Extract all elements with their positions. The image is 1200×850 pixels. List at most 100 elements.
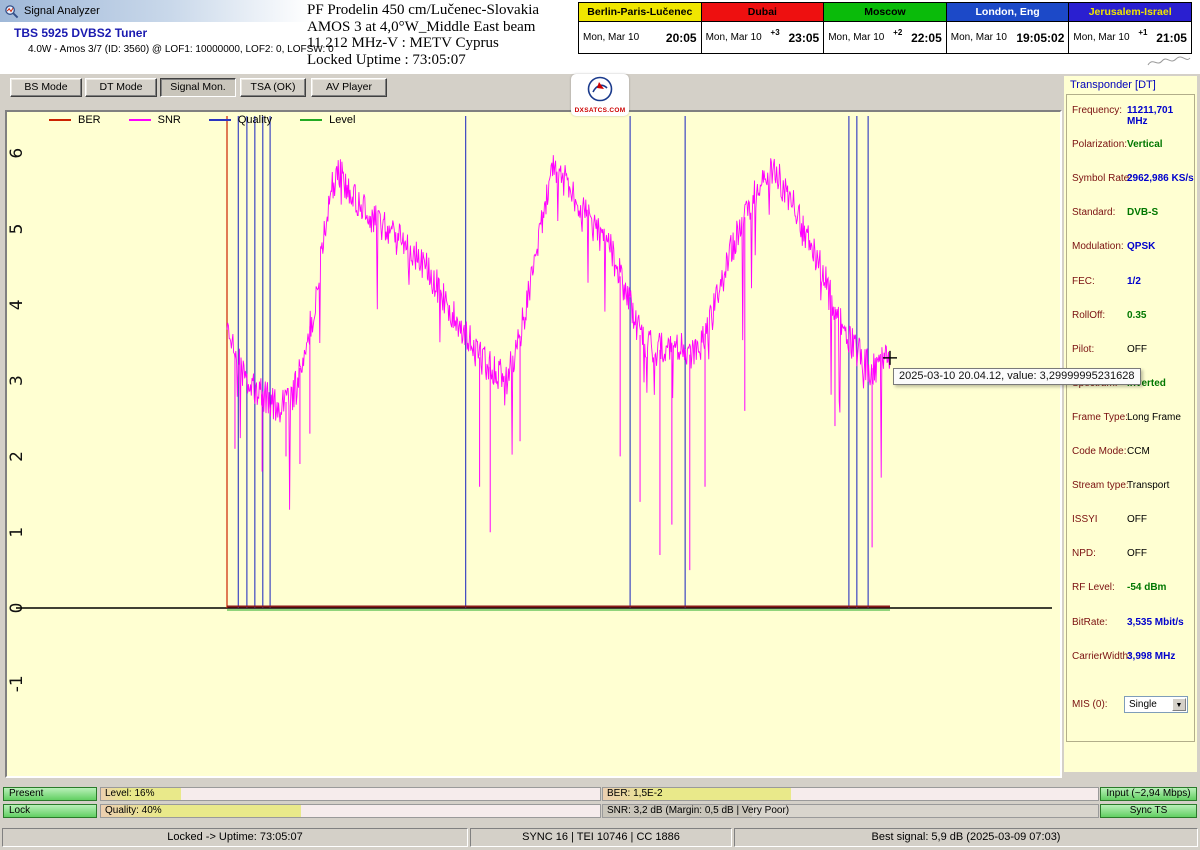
dxsatcs-logo-text: DXSATCS.COM: [574, 107, 626, 114]
y-axis-tick-label: -1: [8, 675, 27, 692]
world-clock-panel: Berlin-Paris-Lučenec Mon, Mar 10 20:05 D…: [578, 2, 1192, 54]
transponder-label: CarrierWidth:: [1072, 650, 1131, 662]
transponder-label: Pilot:: [1072, 343, 1095, 355]
transponder-row-bitrate: BitRate: 3,535 Mbit/s: [1067, 617, 1194, 631]
legend-snr: SNR: [128, 114, 181, 126]
y-axis-tick-label: 2: [8, 451, 27, 462]
transponder-value: OFF: [1127, 548, 1147, 560]
transponder-label: Standard:: [1072, 207, 1116, 219]
clock-jerusalem: Jerusalem-Israel Mon, Mar 10 +1 21:05: [1069, 3, 1191, 53]
transponder-label: RF Level:: [1072, 582, 1115, 594]
dxsatcs-logo-icon: [587, 76, 613, 102]
tab-dt-mode[interactable]: DT Mode: [85, 78, 157, 97]
transponder-row-fec: FEC: 1/2: [1067, 276, 1194, 290]
tuner-title: TBS 5925 DVBS2 Tuner: [14, 26, 148, 40]
snr-bar-label: SNR: 3,2 dB (Margin: 0,5 dB | Very Poor): [607, 805, 790, 816]
transponder-row-rolloff: RollOff: 0.35: [1067, 310, 1194, 324]
clock-moscow: Moscow Mon, Mar 10 +2 22:05: [824, 3, 947, 53]
chart-tooltip: 2025-03-10 20.04.12, value: 3,2999999523…: [893, 368, 1141, 385]
y-axis-tick-label: 4: [8, 299, 27, 310]
status-best-signal: Best signal: 5,9 dB (2025-03-09 07:03): [734, 828, 1198, 847]
transponder-value: Transport: [1127, 480, 1170, 492]
clock-berlin: Berlin-Paris-Lučenec Mon, Mar 10 20:05: [579, 3, 702, 53]
legend-ber-label: BER: [78, 114, 101, 126]
header-area: Signal Analyzer TBS 5925 DVBS2 Tuner 4.0…: [0, 0, 1200, 74]
tab-tsa[interactable]: TSA (OK): [240, 78, 306, 97]
clock-city-label: Dubai: [701, 3, 824, 22]
transponder-value: Long Frame: [1127, 411, 1181, 423]
legend-level-line: [300, 119, 323, 121]
signal-analyzer-window: Signal Analyzer TBS 5925 DVBS2 Tuner 4.0…: [0, 0, 1200, 850]
transponder-row-modulation: Modulation: QPSK: [1067, 241, 1194, 255]
dxsatcs-logo: DXSATCS.COM: [571, 74, 629, 116]
chevron-down-icon[interactable]: ▼: [1172, 698, 1186, 711]
transponder-value: 2962,986 KS/s: [1127, 173, 1194, 185]
transponder-row-issyi: ISSYI OFF: [1067, 514, 1194, 528]
transponder-value: Vertical: [1127, 139, 1163, 151]
snr-bar: SNR: 3,2 dB (Margin: 0,5 dB | Very Poor): [602, 804, 1099, 818]
present-indicator: Present: [3, 787, 97, 801]
signal-chart: 6 5 4 3 2 1 0 -1 BER SNR Quality Level: [5, 110, 1062, 778]
transponder-panel: Transponder [DT] Frequency: 11211,701 MHz…: [1064, 76, 1197, 772]
y-axis-tick-label: 6: [8, 148, 27, 159]
transponder-value: DVB-S: [1127, 207, 1159, 219]
chart-legend: BER SNR Quality Level: [49, 114, 355, 126]
transponder-box: Frequency: 11211,701 MHz Polarization: Vert…: [1066, 94, 1195, 742]
transponder-value: 0.35: [1127, 309, 1147, 321]
annotation-line-1: PF Prodelin 450 cm/Lučenec-Slovakia: [307, 2, 540, 18]
legend-ber-line: [49, 119, 71, 121]
legend-snr-label: SNR: [157, 114, 181, 126]
transponder-label: Frequency:: [1072, 105, 1123, 116]
clock-body: Mon, Mar 10 +2 22:05: [824, 22, 946, 53]
sync-ts-indicator: Sync TS: [1100, 804, 1197, 818]
annotation-line-2: AMOS 3 at 4,0°W_Middle East beam: [307, 18, 536, 35]
window-title: Signal Analyzer: [24, 5, 100, 17]
app-icon: [5, 4, 19, 18]
clock-city-label: Berlin-Paris-Lučenec: [579, 3, 701, 22]
status-sync-counters: SYNC 16 | TEI 10746 | CC 1886: [470, 828, 732, 847]
clock-date: Mon, Mar 10: [1073, 32, 1130, 43]
input-indicator: Input (~2,94 Mbps): [1100, 787, 1197, 801]
clock-time: 23:05: [788, 30, 820, 45]
annotation-text: PF Prodelin 450 cm/Lučenec-Slovakia AMOS…: [307, 2, 581, 68]
transponder-label: ISSYI: [1072, 514, 1098, 526]
status-bar: Locked -> Uptime: 73:05:07 SYNC 16 | TEI…: [0, 826, 1200, 850]
clock-time: 21:05: [1156, 30, 1187, 45]
transponder-value: 11211,701 MHz: [1127, 105, 1174, 127]
transponder-row-rflevel: RF Level: -54 dBm: [1067, 582, 1194, 596]
legend-level: Level: [300, 114, 355, 126]
clock-offset: +3: [770, 28, 780, 37]
clock-body: Mon, Mar 10 19:05:02: [946, 22, 1069, 53]
transponder-value: OFF: [1127, 343, 1147, 355]
transponder-row-frequency: Frequency: 11211,701 MHz: [1067, 105, 1194, 127]
mis-dropdown[interactable]: Single ▼: [1124, 696, 1188, 713]
transponder-row-standard: Standard: DVB-S: [1067, 207, 1194, 221]
transponder-row-streamtype: Stream type: Transport: [1067, 480, 1194, 494]
transponder-row-codemode: Code Mode: CCM: [1067, 446, 1194, 460]
tab-signal-mon[interactable]: Signal Mon.: [160, 78, 236, 97]
transponder-label: RollOff:: [1072, 309, 1106, 321]
quality-bar-label: Quality: 40%: [105, 805, 162, 816]
quality-bar: Quality: 40%: [100, 804, 601, 818]
transponder-value: CCM: [1127, 446, 1150, 457]
mis-row: MIS (0): Single ▼: [1067, 696, 1194, 717]
clock-date: Mon, Mar 10: [583, 32, 640, 43]
chart-plot-area[interactable]: 6543210-1: [8, 112, 1058, 772]
clock-body: Mon, Mar 10 20:05: [579, 22, 701, 53]
transponder-label: Stream type:: [1072, 480, 1129, 492]
tab-av-player[interactable]: AV Player: [311, 78, 387, 97]
clock-time: 22:05: [911, 30, 942, 45]
ber-bar-label: BER: 1,5E-2: [607, 788, 663, 799]
clock-london: London, Eng Mon, Mar 10 19:05:02: [946, 3, 1070, 53]
clock-date: Mon, Mar 10: [950, 32, 1007, 43]
transponder-title: Transponder [DT]: [1070, 79, 1156, 91]
tab-bs-mode[interactable]: BS Mode: [10, 78, 82, 97]
legend-quality-line: [208, 119, 231, 121]
transponder-row-symbolrate: Symbol Rate: 2962,986 KS/s: [1067, 173, 1194, 187]
legend-quality-label: Quality: [237, 114, 273, 126]
clock-body: Mon, Mar 10 +3 23:05: [701, 22, 824, 53]
legend-snr-line: [128, 119, 151, 121]
clock-city-label: Jerusalem-Israel: [1069, 3, 1191, 22]
transponder-row-carrierwidth: CarrierWidth: 3,998 MHz: [1067, 651, 1194, 665]
transponder-value: -54 dBm: [1127, 582, 1167, 594]
